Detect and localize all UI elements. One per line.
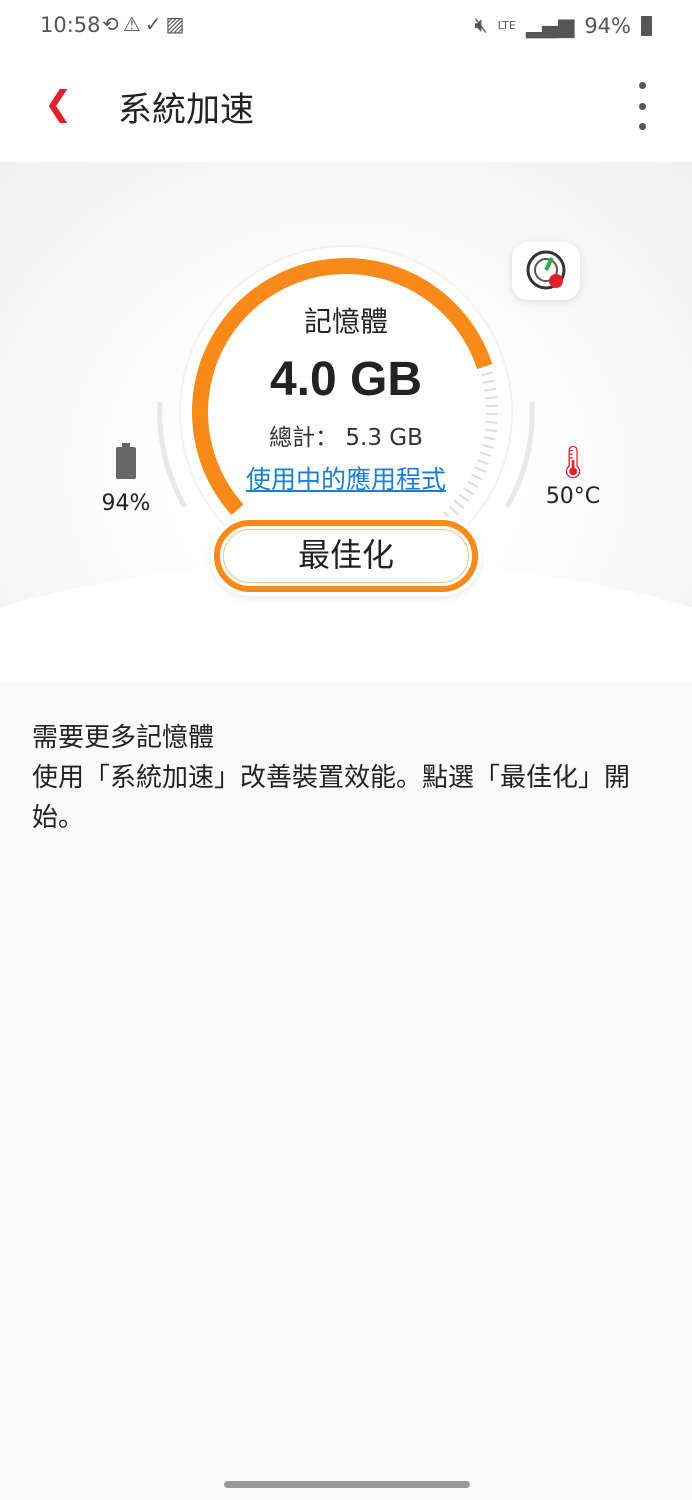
memory-label: 記憶體 bbox=[303, 305, 388, 338]
clock: 10:58 bbox=[40, 13, 101, 37]
description-body: 使用「系統加速」改善裝置效能。點選「最佳化」開始。 bbox=[32, 763, 631, 833]
temperature-value: 50°C bbox=[545, 484, 601, 509]
speed-booster-shortcut[interactable] bbox=[512, 242, 580, 300]
page-title: 系統加速 bbox=[118, 90, 254, 130]
notification-icons: ⟲⚠✓▨ bbox=[102, 12, 188, 36]
temperature-stat: 🌡︎ 50°C bbox=[540, 444, 606, 509]
lte-icon: LTE bbox=[497, 19, 516, 32]
sync-icon: ⟲ bbox=[102, 12, 123, 36]
mute-icon: 🔇︎ bbox=[474, 13, 488, 37]
battery-value: 94% bbox=[101, 491, 151, 516]
optimize-button[interactable]: 最佳化 bbox=[214, 520, 478, 592]
thermometer-icon: 🌡︎ bbox=[552, 443, 594, 481]
battery-icon bbox=[641, 15, 652, 36]
signal-icon: ▂▄▆ bbox=[525, 13, 575, 38]
download-done-icon: ✓ bbox=[144, 12, 166, 36]
description: 需要更多記憶體 使用「系統加速」改善裝置效能。點選「最佳化」開始。 bbox=[32, 718, 662, 838]
memory-gauge-panel: 記憶體 4.0 GB 總計： 5.3 GB 使用中的應用程式 94% 🌡︎ 50… bbox=[0, 162, 692, 682]
app-bar: ❮ 系統加速 bbox=[0, 52, 692, 162]
image-icon: ▨ bbox=[165, 12, 189, 36]
status-bar: 10:58 ⟲⚠✓▨ 🔇︎ LTE ▂▄▆ 94% bbox=[0, 0, 692, 52]
battery-icon bbox=[116, 443, 136, 479]
battery-percent: 94% bbox=[584, 13, 631, 38]
home-indicator[interactable] bbox=[224, 1481, 470, 1488]
back-button[interactable]: ❮ bbox=[44, 84, 73, 124]
battery-stat: 94% bbox=[96, 443, 156, 516]
description-heading: 需要更多記憶體 bbox=[32, 723, 215, 753]
more-options-button[interactable] bbox=[628, 82, 656, 130]
memory-used-value: 4.0 GB bbox=[269, 353, 423, 406]
sync-alert-icon: ⚠ bbox=[122, 12, 145, 36]
